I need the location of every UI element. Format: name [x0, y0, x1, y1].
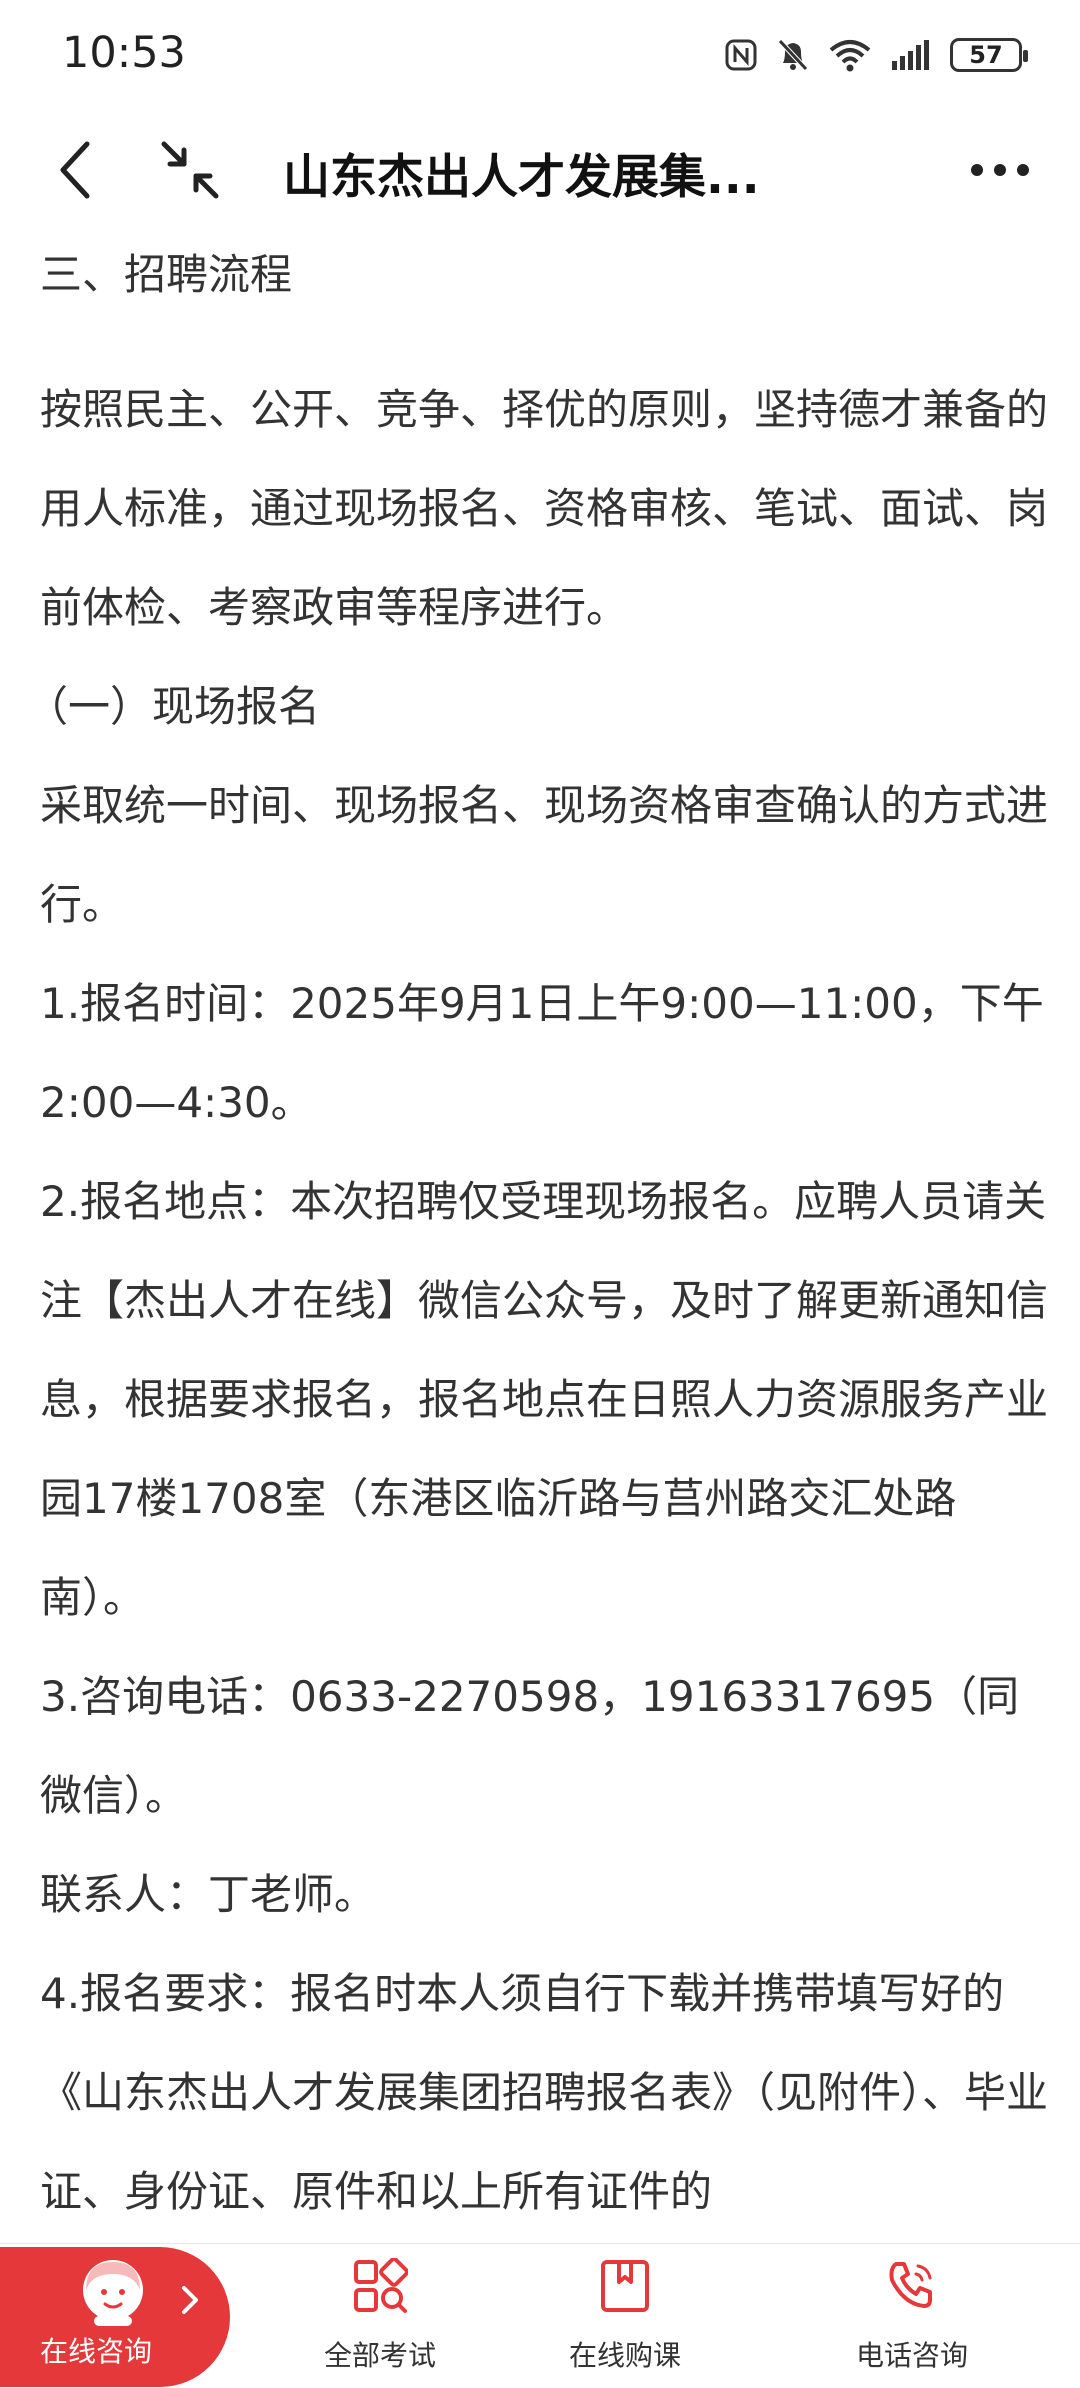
contact-paragraph: 联系人：丁老师。 [40, 1870, 377, 1919]
article-body: 三、招聘流程 按照民主、公开、竞争、择优的原则，坚持德才兼备的用人标准，通过现场… [26, 230, 1050, 2241]
status-time: 10:53 [62, 28, 186, 78]
nfc-icon [724, 38, 758, 72]
minimize-button[interactable] [150, 130, 230, 210]
back-arrow-icon [60, 141, 90, 199]
phone-icon [889, 2262, 932, 2308]
header-bar: 山东杰出人才发展集... [0, 110, 1080, 230]
signup-requirement-paragraph: 4.报名要求：报名时本人须自行下载并携带填写好的《山东杰出人才发展集团招聘报名表… [40, 1969, 1049, 2216]
status-bar: 10:53 57 [0, 0, 1080, 110]
page-title: 山东杰出人才发展集... [283, 150, 760, 205]
chevron-right-icon [182, 2286, 198, 2314]
nav-phone-consult[interactable]: 电话咨询 [812, 2258, 1012, 2378]
battery-level: 57 [969, 41, 1003, 69]
consult-phone-paragraph: 3.咨询电话：0633-2270598，19163317695（同微信）。 [40, 1672, 1020, 1820]
bell-muted-icon [776, 37, 810, 73]
more-icon [971, 164, 1029, 176]
battery-icon: 57 [950, 38, 1028, 72]
wifi-icon [828, 38, 872, 72]
section-title: 三、招聘流程 [40, 250, 293, 299]
shrink-icon [161, 141, 219, 199]
consultant-avatar-icon [83, 2260, 143, 2326]
signup-time-paragraph: 1.报名时间：2025年9月1日上午9:00—11:00，下午2:00—4:30… [40, 979, 1044, 1127]
nav-buy-course[interactable]: 在线购课 [525, 2258, 725, 2378]
intro-paragraph: 按照民主、公开、竞争、择优的原则，坚持德才兼备的用人标准，通过现场报名、资格审核… [40, 385, 1049, 632]
nav-phone-consult-label: 电话咨询 [855, 2339, 968, 2372]
nav-all-exams-label: 全部考试 [323, 2339, 436, 2372]
back-button[interactable] [40, 130, 110, 210]
nav-all-exams[interactable]: 全部考试 [280, 2258, 480, 2378]
course-book-icon [601, 2260, 649, 2312]
exams-grid-icon [354, 2258, 408, 2313]
sub-intro-paragraph: 采取统一时间、现场报名、现场资格审查确认的方式进行。 [40, 781, 1049, 929]
status-icons: 57 [724, 30, 1028, 80]
signal-icon [890, 39, 932, 71]
online-consult-label: 在线咨询 [40, 2335, 153, 2368]
nav-buy-course-label: 在线购课 [568, 2339, 681, 2372]
more-button[interactable] [960, 130, 1040, 210]
subsection-title: （一）现场报名 [26, 682, 321, 731]
signup-location-paragraph: 2.报名地点：本次招聘仅受理现场报名。应聘人员请关注【杰出人才在线】微信公众号，… [40, 1177, 1049, 1622]
